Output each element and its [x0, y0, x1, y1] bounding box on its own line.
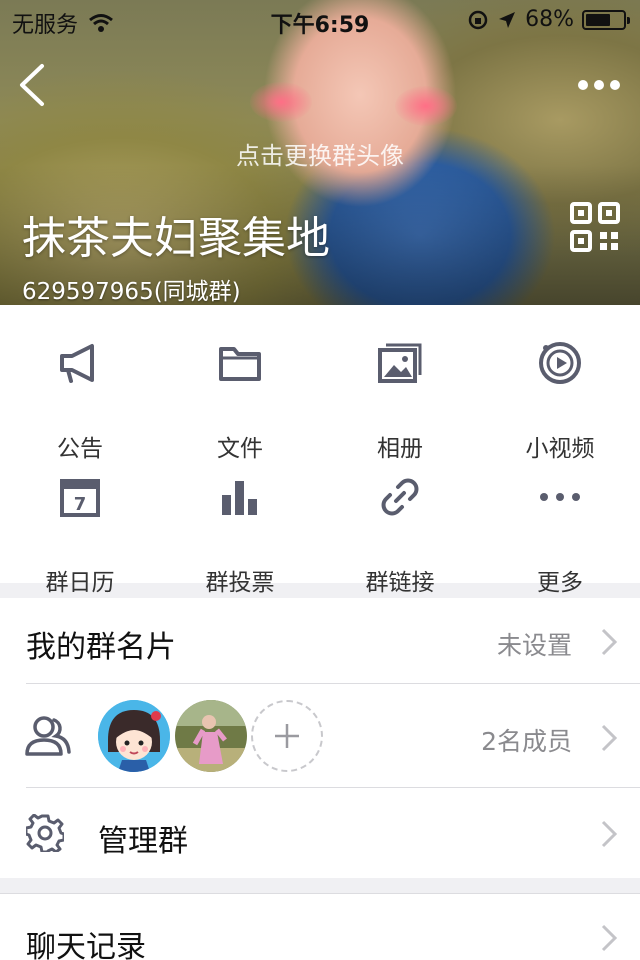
calendar-day: 7 [74, 494, 87, 515]
chevron-right-icon [601, 628, 618, 656]
back-chevron-icon[interactable] [14, 60, 54, 110]
feature-vote[interactable]: 群投票 [160, 475, 320, 596]
feature-calendar[interactable]: 7 群日历 [0, 475, 160, 596]
members-icon [25, 716, 71, 756]
feature-announcement[interactable]: 公告 [0, 341, 160, 462]
manage-group-label: 管理群 [98, 824, 188, 859]
location-arrow-icon [499, 11, 516, 28]
orientation-lock-icon [468, 10, 488, 29]
feature-video[interactable]: 小视频 [480, 341, 640, 462]
feature-label: 小视频 [525, 436, 595, 462]
video-icon [539, 342, 581, 384]
group-header[interactable]: 无服务 下午6:59 68% 点击更换群头像 抹茶夫妇聚集地 629597965… [0, 0, 640, 305]
feature-label: 相册 [377, 436, 423, 462]
group-name: 抹茶夫妇聚集地 [22, 213, 330, 264]
battery-percent: 68% [525, 7, 574, 32]
folder-icon [219, 347, 261, 381]
gear-icon [26, 814, 64, 852]
photo-album-icon [378, 343, 422, 383]
feature-label: 更多 [537, 570, 583, 596]
feature-label: 群投票 [205, 570, 275, 596]
feature-grid: 公告 文件 相册 小视频 7 群日历 群投票 群链接 更多 [0, 305, 640, 596]
battery-icon [582, 9, 630, 30]
more-dots-icon [540, 493, 580, 501]
chat-section: 聊天记录 [0, 893, 640, 960]
chat-history-row[interactable]: 聊天记录 [0, 894, 640, 960]
my-group-card-value: 未设置 [496, 631, 572, 660]
manage-group-row[interactable]: 管理群 [0, 788, 640, 878]
group-id: 629597965(同城群) [22, 279, 241, 305]
feature-album[interactable]: 相册 [320, 341, 480, 462]
feature-label: 文件 [217, 436, 263, 462]
battery-level [586, 13, 611, 26]
feature-files[interactable]: 文件 [160, 341, 320, 462]
feature-more[interactable]: 更多 [480, 475, 640, 596]
member-count: 2名成员 [481, 727, 572, 756]
members-row[interactable]: 2名成员 [0, 684, 640, 788]
chevron-right-icon [601, 724, 618, 752]
feature-link[interactable]: 群链接 [320, 475, 480, 596]
my-group-card-label: 我的群名片 [26, 630, 176, 665]
status-bar: 无服务 下午6:59 68% [0, 0, 640, 40]
chevron-right-icon [601, 924, 618, 952]
add-member-button[interactable] [251, 700, 323, 772]
photo-detail [395, 86, 457, 126]
settings-section: 我的群名片 未设置 2名成员 管理群 [0, 598, 640, 878]
feature-label: 群日历 [45, 570, 115, 596]
vote-chart-icon [222, 481, 257, 515]
member-avatar[interactable] [175, 700, 247, 772]
photo-detail [250, 82, 312, 122]
feature-label: 公告 [57, 436, 103, 462]
plus-icon [275, 724, 299, 748]
link-icon [381, 478, 419, 516]
qr-code-icon[interactable] [570, 202, 620, 252]
change-avatar-hint[interactable]: 点击更换群头像 [0, 136, 640, 171]
my-group-card-row[interactable]: 我的群名片 未设置 [0, 598, 640, 684]
member-avatar[interactable] [98, 700, 170, 772]
chevron-right-icon [601, 820, 618, 848]
more-options-icon[interactable] [576, 70, 622, 100]
feature-label: 群链接 [365, 570, 435, 596]
chat-history-label: 聊天记录 [26, 930, 146, 960]
calendar-icon: 7 [60, 479, 100, 517]
megaphone-icon [60, 344, 94, 383]
